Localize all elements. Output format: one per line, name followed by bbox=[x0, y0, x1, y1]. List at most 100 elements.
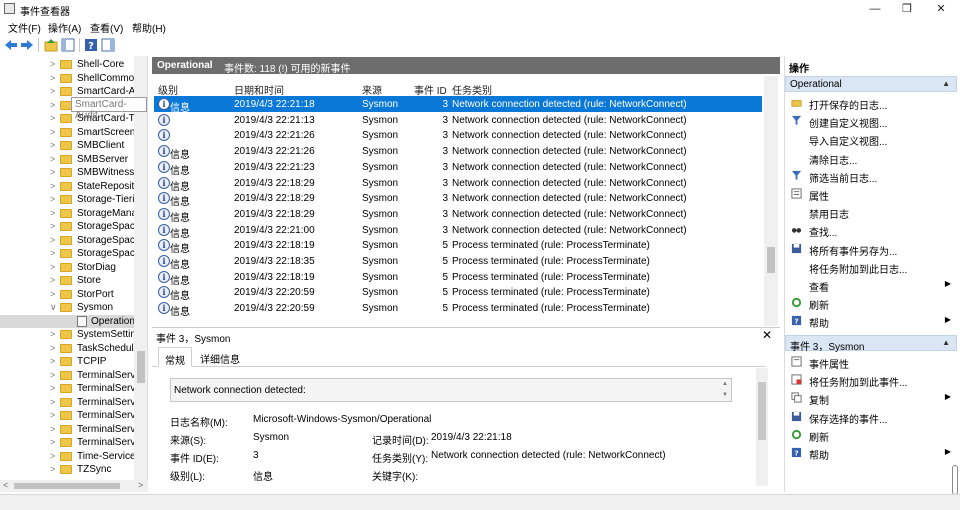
actions-section-log[interactable]: Operational ▲ bbox=[785, 76, 957, 92]
event-row[interactable]: i 信息 2019/4/3 22:20:59 Sysmon 5 Process termi… bbox=[154, 300, 762, 318]
tree-item[interactable]: > Shell-Core bbox=[0, 58, 134, 71]
tree-item[interactable]: > SMBClient bbox=[0, 139, 134, 152]
expand-arrow-icon[interactable]: > bbox=[50, 369, 58, 382]
tree-item[interactable]: > TerminalServi bbox=[0, 423, 134, 436]
expand-arrow-icon[interactable]: > bbox=[50, 328, 58, 341]
expand-arrow-icon[interactable]: > bbox=[50, 166, 58, 179]
events-scroll-thumb[interactable] bbox=[767, 247, 775, 273]
expand-arrow-icon[interactable]: > bbox=[50, 153, 58, 166]
expand-arrow-icon[interactable]: > bbox=[50, 139, 58, 152]
action-item[interactable]: ? 帮助 ▶ bbox=[785, 312, 957, 330]
action-item[interactable]: 查找... bbox=[785, 221, 957, 239]
expand-arrow-icon[interactable]: > bbox=[50, 234, 58, 247]
menu-help[interactable]: 帮助(H) bbox=[132, 20, 166, 35]
expand-arrow-icon[interactable]: > bbox=[50, 126, 58, 139]
tree-item[interactable]: > SystemSetting bbox=[0, 328, 134, 341]
expand-arrow-icon[interactable]: > bbox=[50, 247, 58, 260]
event-row[interactable]: i 信息 2019/4/3 22:18:19 Sysmon 5 Process termi… bbox=[154, 237, 762, 255]
tree-item[interactable]: >SmartCard-TP bbox=[0, 112, 134, 125]
expand-arrow-icon[interactable]: > bbox=[50, 112, 58, 125]
event-row[interactable]: i 信息 2019/4/3 22:18:29 Sysmon 3 Network conne… bbox=[154, 190, 762, 208]
expand-arrow-icon[interactable]: > bbox=[50, 274, 58, 287]
expand-arrow-icon[interactable]: > bbox=[50, 355, 58, 368]
column-header-event-id[interactable]: 事件 ID bbox=[414, 82, 447, 97]
action-item[interactable]: 将所有事件另存为... bbox=[785, 240, 957, 258]
event-row[interactable]: i 信息 2019/4/3 22:18:29 Sysmon 3 Network conne… bbox=[154, 206, 762, 224]
event-row[interactable]: i 信息 2019/4/3 22:21:00 Sysmon 3 Network conne… bbox=[154, 222, 762, 240]
action-item[interactable]: 禁用日志 bbox=[785, 203, 957, 221]
events-vertical-scrollbar[interactable] bbox=[764, 76, 778, 326]
expand-arrow-icon[interactable]: > bbox=[50, 261, 58, 274]
expand-arrow-icon[interactable]: > bbox=[50, 193, 58, 206]
tree-item[interactable]: > StorageSpace bbox=[0, 220, 134, 233]
show-hide-action-pane-icon[interactable] bbox=[101, 38, 115, 52]
menu-action[interactable]: 操作(A) bbox=[48, 20, 81, 35]
expand-arrow-icon[interactable]: > bbox=[50, 409, 58, 422]
tree-item[interactable]: Operationa bbox=[0, 314, 134, 328]
maximize-button[interactable]: ❐ bbox=[892, 1, 922, 17]
scroll-right-arrow[interactable]: > bbox=[138, 480, 143, 490]
tree-item[interactable]: ∨ Sysmon bbox=[0, 301, 134, 314]
tree-item[interactable]: > TerminalServi bbox=[0, 382, 134, 395]
tree-scroll-thumb[interactable] bbox=[137, 351, 145, 383]
tree-item[interactable]: > SMBWitnessC bbox=[0, 166, 134, 179]
expand-arrow-icon[interactable]: > bbox=[50, 58, 58, 71]
tree-item[interactable]: > StorageManag bbox=[0, 207, 134, 220]
expand-arrow-icon[interactable]: > bbox=[50, 180, 58, 193]
action-item[interactable]: 保存选择的事件... bbox=[785, 408, 957, 426]
collapse-icon[interactable]: ▲ bbox=[942, 338, 950, 347]
action-item[interactable]: 事件属性 bbox=[785, 353, 957, 371]
event-row[interactable]: i 信息 2019/4/3 22:20:59 Sysmon 5 Process termi… bbox=[154, 284, 762, 302]
tree-item[interactable]: > StorageSpace bbox=[0, 247, 134, 260]
actions-section-event[interactable]: 事件 3，Sysmon ▲ bbox=[785, 335, 957, 353]
tree-hscroll-thumb[interactable] bbox=[14, 483, 120, 489]
event-row[interactable]: i 信息 2019/4/3 22:18:19 Sysmon 5 Process termi… bbox=[154, 269, 762, 287]
expand-arrow-icon[interactable]: > bbox=[50, 207, 58, 220]
tree-item[interactable]: > ShellCommon bbox=[0, 72, 134, 85]
event-row[interactable]: i 信息 2019/4/3 22:18:35 Sysmon 5 Process termi… bbox=[154, 253, 762, 271]
event-row[interactable]: i 2019/4/3 22:21:13 Sysmon 3 Network connect… bbox=[154, 112, 762, 128]
action-item[interactable]: 创建自定义视图... bbox=[785, 112, 957, 130]
tab-general[interactable]: 常规 bbox=[158, 347, 192, 367]
expand-arrow-icon[interactable]: > bbox=[50, 72, 58, 85]
expand-arrow-icon[interactable]: > bbox=[50, 288, 58, 301]
column-header-level[interactable]: 级别 bbox=[158, 82, 178, 97]
action-item[interactable]: 将任务附加到此事件... bbox=[785, 371, 957, 389]
event-row[interactable]: i 信息 2019/4/3 22:18:29 Sysmon 3 Network conne… bbox=[154, 175, 762, 193]
tree-item[interactable]: > TerminalServi bbox=[0, 436, 134, 449]
expand-arrow-icon[interactable]: > bbox=[50, 423, 58, 436]
tree-item[interactable]: > TaskSchedule bbox=[0, 342, 134, 355]
tree-item[interactable]: > TerminalServi bbox=[0, 396, 134, 409]
tree-item[interactable]: > Time-Service bbox=[0, 450, 134, 463]
action-item[interactable]: 筛选当前日志... bbox=[785, 167, 957, 185]
expand-arrow-icon[interactable]: > bbox=[50, 342, 58, 355]
close-button[interactable]: ✕ bbox=[926, 1, 956, 17]
tree-item[interactable]: > StateReposito bbox=[0, 180, 134, 193]
tree-item[interactable]: > StorPort bbox=[0, 288, 134, 301]
tree-vertical-scrollbar[interactable] bbox=[134, 56, 147, 480]
tree-item[interactable]: > SmartScreen bbox=[0, 126, 134, 139]
action-item[interactable]: 查看 ▶ bbox=[785, 276, 957, 294]
desc-scroll-up-icon[interactable]: ▲ bbox=[722, 381, 728, 387]
action-item[interactable]: ? 帮助 ▶ bbox=[785, 444, 957, 462]
menu-file[interactable]: 文件(F) bbox=[8, 20, 41, 35]
action-item[interactable]: 导入自定义视图... bbox=[785, 130, 957, 148]
desc-scroll-down-icon[interactable]: ▼ bbox=[722, 392, 728, 398]
action-item[interactable]: 清除日志... bbox=[785, 149, 957, 167]
action-item[interactable]: 复制 ▶ bbox=[785, 389, 957, 407]
detail-scroll-thumb[interactable] bbox=[758, 382, 766, 440]
actions-scroll-indicator[interactable] bbox=[952, 465, 958, 495]
tree-item[interactable]: > TerminalServi bbox=[0, 409, 134, 422]
expand-arrow-icon[interactable]: > bbox=[50, 396, 58, 409]
tree-item[interactable]: > TZSync bbox=[0, 463, 134, 476]
expand-arrow-icon[interactable]: > bbox=[50, 99, 58, 112]
forward-arrow-icon[interactable] bbox=[20, 38, 34, 52]
scroll-left-arrow[interactable]: < bbox=[3, 480, 8, 490]
expand-arrow-icon[interactable]: > bbox=[50, 220, 58, 233]
expand-arrow-icon[interactable]: ∨ bbox=[50, 301, 58, 314]
tab-details[interactable]: 详细信息 bbox=[194, 347, 246, 367]
back-arrow-icon[interactable] bbox=[4, 38, 18, 52]
expand-arrow-icon[interactable]: > bbox=[50, 463, 58, 476]
show-hide-tree-icon[interactable] bbox=[61, 38, 75, 52]
event-row[interactable]: i 信息 2019/4/3 22:21:23 Sysmon 3 Network conne… bbox=[154, 159, 762, 177]
